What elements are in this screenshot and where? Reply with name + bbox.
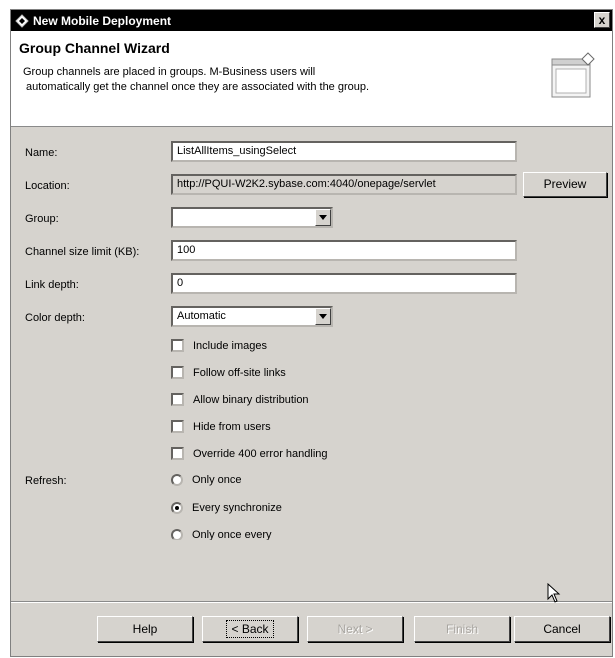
description-line-2: automatically get the channel once they …	[26, 81, 370, 93]
back-button-label: < Back	[226, 620, 274, 638]
next-button[interactable]: Next >	[307, 616, 403, 642]
chevron-down-icon[interactable]	[315, 308, 331, 325]
radio-circle[interactable]	[171, 502, 183, 514]
next-button-label: Next >	[337, 622, 373, 636]
hide-from-users-checkbox[interactable]: Hide from users	[171, 420, 271, 433]
button-separator	[11, 601, 612, 603]
cancel-button-label: Cancel	[543, 622, 581, 636]
checkbox-label: Hide from users	[193, 420, 271, 433]
checkbox-box[interactable]	[171, 447, 184, 460]
finish-button-label: Finish	[445, 622, 478, 636]
refresh-only-once-every-radio[interactable]: Only once every	[171, 529, 271, 540]
back-button[interactable]: < Back	[202, 616, 298, 642]
allow-binary-distribution-checkbox[interactable]: Allow binary distribution	[171, 393, 309, 406]
checkbox-label: Follow off-site links	[193, 366, 286, 379]
size-limit-label: Channel size limit (KB):	[25, 246, 140, 258]
checkbox-label: Include images	[193, 339, 267, 352]
refresh-only-once-radio[interactable]: Only once	[171, 474, 242, 486]
color-depth-select[interactable]: Automatic	[171, 306, 333, 327]
link-depth-label: Link depth:	[25, 279, 79, 291]
chevron-down-icon[interactable]	[315, 209, 331, 226]
location-label: Location:	[25, 180, 70, 192]
radio-label: Every synchronize	[192, 502, 282, 514]
radio-circle[interactable]	[171, 474, 183, 486]
app-diamond-icon	[15, 13, 29, 28]
override-400-error-checkbox[interactable]: Override 400 error handling	[171, 447, 328, 460]
group-select[interactable]	[171, 207, 333, 228]
checkbox-box[interactable]	[171, 393, 184, 406]
help-button-label: Help	[132, 622, 158, 636]
help-button[interactable]: Help	[97, 616, 193, 642]
radio-circle[interactable]	[171, 529, 183, 540]
close-button[interactable]: x	[594, 12, 610, 28]
preview-button[interactable]: Preview	[523, 172, 607, 197]
window-title: New Mobile Deployment	[33, 13, 172, 28]
wizard-content: New Mobile Deployment x Group Channel Wi…	[11, 10, 612, 540]
radio-label: Only once every	[192, 529, 272, 540]
name-field[interactable]: ListAllItems_usingSelect	[171, 141, 517, 162]
wizard-banner-icon	[550, 43, 598, 104]
checkbox-label: Override 400 error handling	[193, 447, 328, 460]
refresh-label: Refresh:	[25, 475, 67, 487]
wizard-header: Group Channel Wizard Group channels are …	[11, 31, 612, 127]
wizard-description: Group channels are placed in groups. M-B…	[23, 65, 493, 95]
name-label: Name:	[25, 147, 58, 159]
wizard-window: New Mobile Deployment x Group Channel Wi…	[10, 9, 613, 657]
follow-offsite-links-checkbox[interactable]: Follow off-site links	[171, 366, 286, 379]
color-depth-value: Automatic	[177, 310, 226, 322]
color-depth-label: Color depth:	[25, 312, 85, 324]
title-bar[interactable]: New Mobile Deployment x	[11, 10, 612, 31]
checkbox-box[interactable]	[171, 420, 184, 433]
page-title: Group Channel Wizard	[19, 40, 170, 56]
location-field[interactable]: http://PQUI-W2K2.sybase.com:4040/onepage…	[171, 174, 517, 195]
refresh-every-sync-radio[interactable]: Every synchronize	[171, 502, 282, 514]
checkbox-box[interactable]	[171, 339, 184, 352]
include-images-checkbox[interactable]: Include images	[171, 339, 267, 352]
group-label: Group:	[25, 213, 59, 225]
cancel-button[interactable]: Cancel	[514, 616, 610, 642]
mouse-pointer-icon	[547, 582, 561, 606]
link-depth-field[interactable]: 0	[171, 273, 517, 294]
size-limit-field[interactable]: 100	[171, 240, 517, 261]
checkbox-label: Allow binary distribution	[193, 393, 309, 406]
finish-button[interactable]: Finish	[414, 616, 510, 642]
description-line-1: Group channels are placed in groups. M-B…	[23, 66, 316, 78]
checkbox-box[interactable]	[171, 366, 184, 379]
radio-label: Only once	[192, 474, 242, 486]
